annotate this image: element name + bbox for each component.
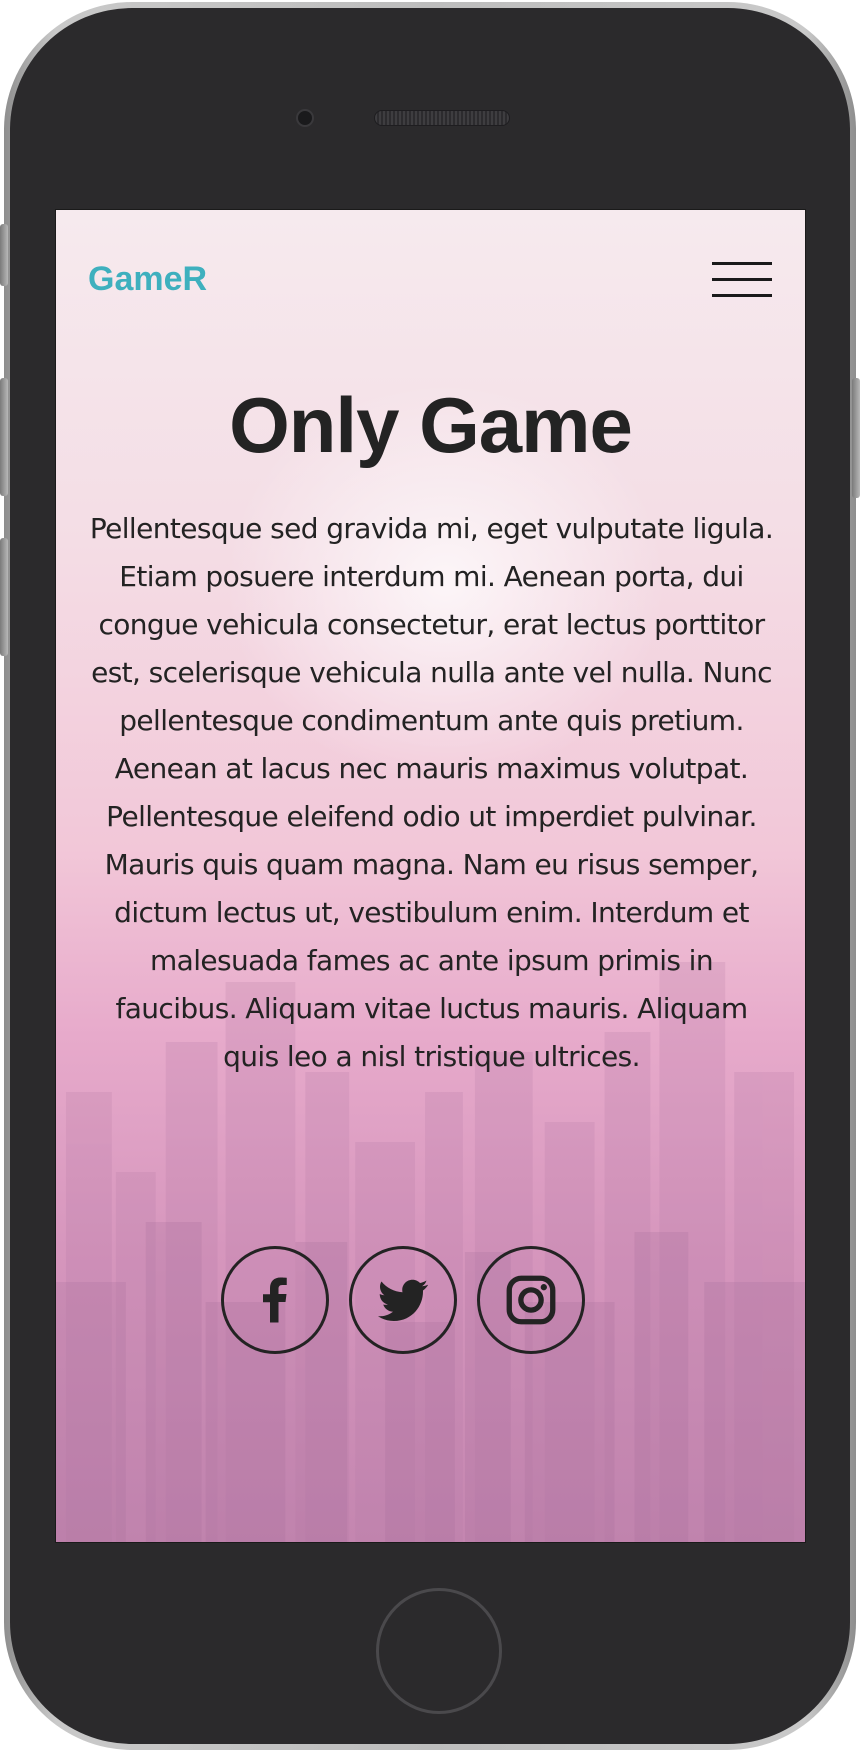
power-button [852,378,860,498]
app-logo[interactable]: GameR [88,260,207,299]
front-camera [296,109,314,127]
facebook-icon [263,1277,287,1323]
volume-up-button [0,378,8,496]
home-button[interactable] [376,1588,502,1714]
mute-switch [0,224,8,286]
earpiece-speaker [374,110,510,126]
hero-description: Pellentesque sed gravida mi, eget vulput… [89,512,774,1073]
facebook-link[interactable] [221,1246,329,1354]
hero-title: Only Game [229,381,633,469]
twitter-icon [378,1279,428,1321]
instagram-icon [506,1275,556,1325]
instagram-link[interactable] [477,1246,585,1354]
volume-down-button [0,538,8,656]
hamburger-menu-icon[interactable] [712,262,774,300]
social-links [221,1246,641,1358]
screen: GameR Only Game Pellentesque sed gravida… [55,209,806,1543]
twitter-link[interactable] [349,1246,457,1354]
